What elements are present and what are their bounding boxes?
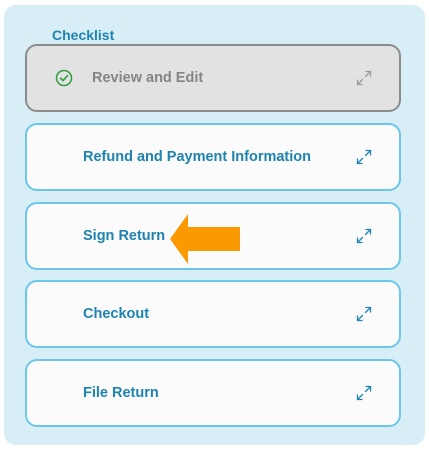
checklist-item-refund-and-payment-information[interactable]: Refund and Payment Information	[25, 123, 401, 191]
left-arrow-icon	[170, 214, 242, 264]
checklist-item-file-return[interactable]: File Return	[25, 359, 401, 427]
checklist-title: Checklist	[52, 27, 115, 43]
checklist-item-label: Refund and Payment Information	[83, 149, 311, 165]
checklist-item-label: Checkout	[83, 306, 150, 322]
check-circle-icon	[55, 69, 73, 87]
checklist-item-label: Sign Return	[83, 228, 166, 244]
checklist-item-review-and-edit[interactable]: Review and Edit	[25, 44, 401, 112]
checklist-item-label: Review and Edit	[92, 70, 204, 86]
expand-icon[interactable]	[355, 69, 373, 87]
expand-icon[interactable]	[355, 227, 373, 245]
expand-icon[interactable]	[355, 148, 373, 166]
expand-icon[interactable]	[355, 384, 373, 402]
checklist-item-label: File Return	[83, 385, 159, 401]
expand-icon[interactable]	[355, 305, 373, 323]
checklist-item-checkout[interactable]: Checkout	[25, 280, 401, 348]
